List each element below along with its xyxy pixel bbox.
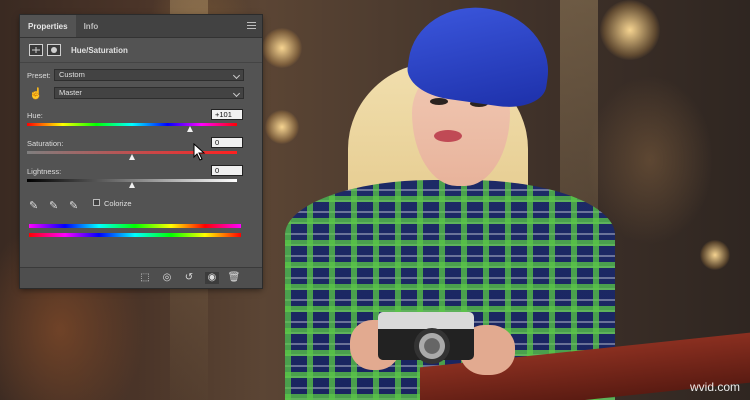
tab-properties[interactable]: Properties bbox=[20, 15, 76, 37]
colorize-checkbox[interactable] bbox=[93, 199, 100, 206]
panel-footer: ⬚ ◎ ↺ ◉ 🗑 bbox=[20, 267, 262, 288]
adjustment-title: Hue/Saturation bbox=[71, 45, 128, 55]
bokeh-light bbox=[600, 0, 660, 60]
hue-input[interactable]: +101 bbox=[211, 109, 243, 120]
preset-dropdown[interactable]: Custom bbox=[54, 69, 244, 81]
hue-label: Hue: bbox=[27, 111, 43, 120]
visibility-eye-icon[interactable]: ◉ bbox=[205, 272, 219, 284]
panel-tab-bar: Properties Info bbox=[20, 15, 262, 38]
hue-slider-track[interactable] bbox=[27, 123, 237, 126]
saturation-slider-thumb[interactable] bbox=[128, 154, 135, 160]
hue-slider-thumb[interactable] bbox=[187, 126, 194, 132]
view-previous-icon[interactable]: ◎ bbox=[160, 272, 174, 284]
bokeh-light bbox=[265, 110, 299, 144]
bokeh-light bbox=[700, 240, 730, 270]
saturation-label: Saturation: bbox=[27, 139, 64, 148]
targeted-adjustment-hand-icon[interactable]: ☝ bbox=[29, 87, 43, 100]
lips bbox=[434, 130, 462, 142]
bokeh-light bbox=[262, 28, 302, 68]
saturation-input[interactable]: 0 bbox=[211, 137, 243, 148]
chevron-down-icon bbox=[232, 89, 241, 98]
mask-icon[interactable] bbox=[47, 44, 61, 56]
hue-spectrum-bar-input bbox=[29, 233, 241, 237]
camera-lens bbox=[414, 328, 450, 364]
trash-icon[interactable]: 🗑 bbox=[227, 272, 241, 284]
properties-panel: Properties Info Hue/Saturation Preset: C… bbox=[20, 15, 262, 288]
eye bbox=[430, 98, 448, 105]
mouse-cursor-icon bbox=[193, 143, 206, 161]
channel-value: Master bbox=[59, 88, 82, 97]
preset-value: Custom bbox=[59, 70, 85, 79]
preset-label: Preset: bbox=[27, 71, 51, 80]
chevron-down-icon bbox=[232, 71, 241, 80]
colorize-label: Colorize bbox=[104, 199, 132, 208]
hue-spectrum-bar-output bbox=[29, 224, 241, 228]
lightness-input[interactable]: 0 bbox=[211, 165, 243, 176]
eyedropper-minus-icon[interactable]: ✎ bbox=[69, 199, 78, 212]
tab-info[interactable]: Info bbox=[76, 15, 107, 37]
lightness-label: Lightness: bbox=[27, 167, 62, 176]
eyedropper-icon[interactable]: ✎ bbox=[29, 199, 38, 212]
panel-menu-icon[interactable] bbox=[247, 22, 256, 30]
lightness-slider-thumb[interactable] bbox=[128, 182, 135, 188]
clip-to-layer-icon[interactable]: ⬚ bbox=[138, 272, 152, 284]
channel-dropdown[interactable]: Master bbox=[54, 87, 244, 99]
reset-icon[interactable]: ↺ bbox=[182, 272, 196, 284]
eyedropper-plus-icon[interactable]: ✎ bbox=[49, 199, 58, 212]
watermark: wvid.com bbox=[689, 380, 740, 394]
adjustment-header: Hue/Saturation bbox=[20, 38, 262, 63]
adjustment-layer-icon[interactable] bbox=[29, 44, 43, 56]
